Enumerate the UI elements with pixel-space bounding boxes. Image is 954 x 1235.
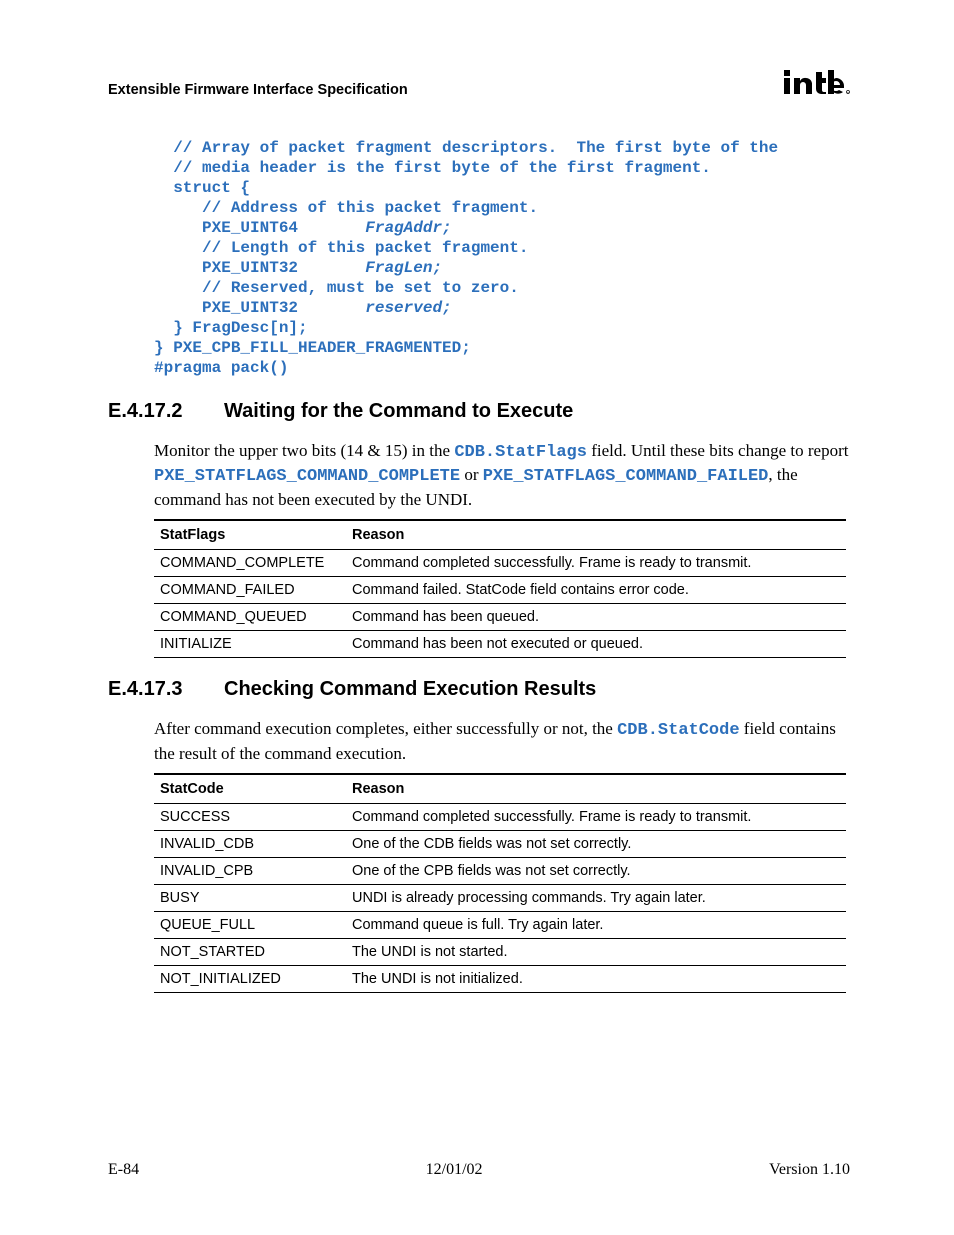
section-title: Checking Command Execution Results <box>224 678 596 701</box>
table-row: INVALID_CDBOne of the CDB fields was not… <box>154 831 846 858</box>
table-row: COMMAND_COMPLETECommand completed succes… <box>154 550 846 577</box>
table-header: StatCode <box>154 774 346 804</box>
table-header: Reason <box>346 774 846 804</box>
section2-para: After command execution completes, eithe… <box>154 718 850 765</box>
table-row: INITIALIZECommand has been not executed … <box>154 631 846 658</box>
table-header: StatFlags <box>154 520 346 550</box>
table-row: BUSYUNDI is already processing commands.… <box>154 885 846 912</box>
section-heading-e4172: E.4.17.2 Waiting for the Command to Exec… <box>108 400 850 423</box>
document-title: Extensible Firmware Interface Specificat… <box>108 82 408 98</box>
table-row: SUCCESSCommand completed successfully. F… <box>154 804 846 831</box>
section-number: E.4.17.3 <box>108 678 224 701</box>
table-row: QUEUE_FULLCommand queue is full. Try aga… <box>154 912 846 939</box>
footer-page-number: E-84 <box>108 1161 139 1179</box>
statflags-table: StatFlags Reason COMMAND_COMPLETECommand… <box>154 519 846 658</box>
table-header: Reason <box>346 520 846 550</box>
intel-logo: R <box>782 62 850 98</box>
footer-version: Version 1.10 <box>769 1161 850 1179</box>
section-number: E.4.17.2 <box>108 400 224 423</box>
table-row: NOT_INITIALIZEDThe UNDI is not initializ… <box>154 966 846 993</box>
table-row: COMMAND_FAILEDCommand failed. StatCode f… <box>154 577 846 604</box>
section1-para: Monitor the upper two bits (14 & 15) in … <box>154 440 850 511</box>
section-title: Waiting for the Command to Execute <box>224 400 573 423</box>
page-footer: E-84 12/01/02 Version 1.10 <box>108 1161 850 1179</box>
statcode-table: StatCode Reason SUCCESSCommand completed… <box>154 773 846 993</box>
section-heading-e4173: E.4.17.3 Checking Command Execution Resu… <box>108 678 850 701</box>
table-row: NOT_STARTEDThe UNDI is not started. <box>154 939 846 966</box>
table-row: COMMAND_QUEUEDCommand has been queued. <box>154 604 846 631</box>
code-block: // Array of packet fragment descriptors.… <box>154 138 850 378</box>
table-row: INVALID_CPBOne of the CPB fields was not… <box>154 858 846 885</box>
footer-date: 12/01/02 <box>426 1161 483 1179</box>
page-header: Extensible Firmware Interface Specificat… <box>108 62 850 98</box>
